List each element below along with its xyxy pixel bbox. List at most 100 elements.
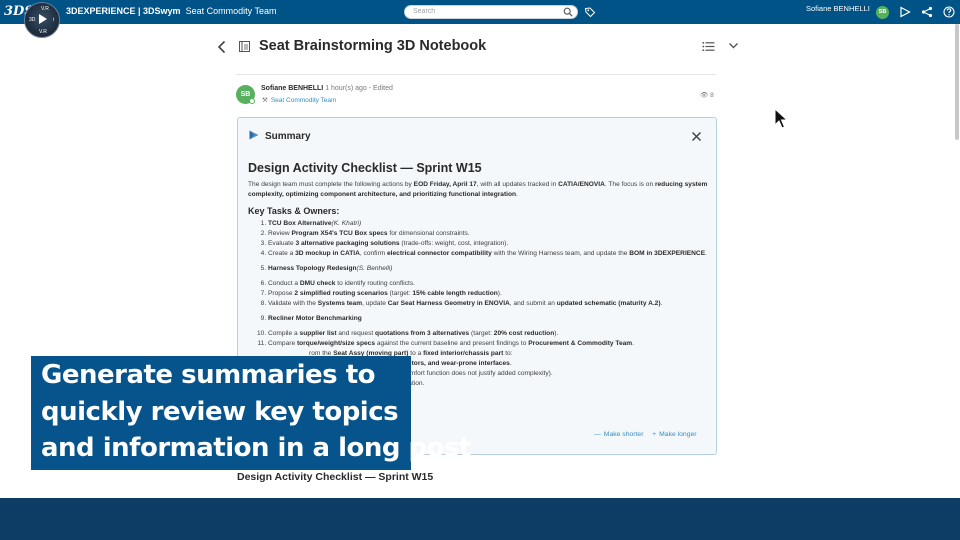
text-run: Harness Topology Redesign xyxy=(268,265,357,272)
share-icon[interactable] xyxy=(921,6,933,18)
list-view-icon[interactable] xyxy=(702,41,715,52)
compass-south: V.R xyxy=(39,29,47,35)
task-list: Conduct a DMU check to identify routing … xyxy=(268,279,708,309)
user-avatar[interactable]: SB xyxy=(876,6,889,19)
text-run: for dimensional constraints. xyxy=(387,230,470,237)
minus-icon[interactable]: — xyxy=(594,431,601,438)
text-run: Evaluate xyxy=(268,240,296,247)
compass-east: i xyxy=(53,17,55,23)
task-item: Evaluate 3 alternative packaging solutio… xyxy=(268,239,708,249)
text-run: Validate with the xyxy=(268,300,318,307)
caption-line: and information in a long post xyxy=(41,433,471,463)
text-run: to: xyxy=(503,350,513,357)
text-run: updated schematic (maturity A.2) xyxy=(556,300,661,307)
task-item: TCU Box Alternative(K. Khatri) xyxy=(268,219,708,229)
make-longer-button[interactable]: Make longer xyxy=(659,431,696,438)
post-meta: 1 hour(s) ago - Edited xyxy=(325,85,393,92)
text-run: Propose xyxy=(268,290,295,297)
text-run: The design team must complete the follow… xyxy=(248,181,414,188)
author-line: Sofiane BENHELLI 1 hour(s) ago - Edited xyxy=(261,85,393,92)
text-run: . xyxy=(632,340,635,347)
compass-widget[interactable]: V.R 3D i V.R xyxy=(24,2,60,38)
app-title: 3DEXPERIENCE | 3DSwym Seat Commodity Tea… xyxy=(66,6,276,16)
back-chevron-icon[interactable] xyxy=(216,40,228,54)
text-run: Review xyxy=(268,230,292,237)
header-divider xyxy=(236,74,716,75)
summary-ai-icon xyxy=(249,130,259,140)
caption-line: Generate summaries to xyxy=(41,360,376,390)
compass-north: V.R xyxy=(41,6,49,12)
compass-west: 3D xyxy=(29,17,36,23)
text-run: Compile a xyxy=(268,330,300,337)
text-run: , with all updates tracked in xyxy=(476,181,559,188)
text-run: EOD Friday, April 17 xyxy=(413,181,477,188)
summary-intro: The design team must complete the follow… xyxy=(248,180,708,200)
text-run: to identify routing conflicts. xyxy=(335,280,415,287)
task-item: Compile a supplier list and request quot… xyxy=(268,329,708,339)
text-run: 15% cable length reduction xyxy=(412,290,498,297)
summary-heading: Design Activity Checklist — Sprint W15 xyxy=(248,161,482,175)
tag-icon[interactable] xyxy=(584,6,596,18)
text-run: DMU check xyxy=(299,280,336,287)
text-run: CATIA/ENOVIA xyxy=(558,181,605,188)
scrollbar[interactable] xyxy=(955,24,959,140)
views-count: 👁 8 xyxy=(700,91,714,99)
post-section-title: Design Activity Checklist — Sprint W15 xyxy=(237,471,434,483)
make-shorter-button[interactable]: Make shorter xyxy=(604,431,644,438)
user-name[interactable]: Sofiane BENHELLI xyxy=(806,4,870,13)
task-item: Harness Topology Redesign(S. Benhelli) xyxy=(268,264,708,274)
compass-play-icon[interactable] xyxy=(39,14,47,24)
text-run: against the current baseline and present… xyxy=(375,340,529,347)
text-run: TCU Box Alternative xyxy=(268,220,332,227)
author-name[interactable]: Sofiane BENHELLI xyxy=(261,85,323,92)
task-list: Compile a supplier list and request quot… xyxy=(268,329,708,349)
share-play-icon[interactable] xyxy=(899,6,911,18)
text-run: Car Seat Harness Geometry in ENOVIA xyxy=(387,300,510,307)
help-icon[interactable] xyxy=(943,6,955,18)
text-run: and request xyxy=(336,330,376,337)
text-run: . xyxy=(516,191,518,198)
task-item: Propose 2 simplified routing scenarios (… xyxy=(268,289,708,299)
app-brand: 3DEXPERIENCE | 3DSwym xyxy=(66,6,181,16)
text-run: Program X54's TCU Box specs xyxy=(291,230,388,237)
task-item: Compare torque/weight/size specs against… xyxy=(268,339,708,349)
search-icon[interactable] xyxy=(563,7,573,17)
task-item: Conduct a DMU check to identify routing … xyxy=(268,279,708,289)
text-run: . xyxy=(660,300,663,307)
task-item: Validate with the Systems team, update C… xyxy=(268,299,708,309)
text-run: ). xyxy=(497,290,502,297)
text-run: Systems team xyxy=(317,300,363,307)
text-run: (S. Benhelli) xyxy=(356,265,393,272)
chevron-down-icon[interactable] xyxy=(728,42,739,50)
community-name[interactable]: Seat Commodity Team xyxy=(271,97,337,104)
page-title: Seat Brainstorming 3D Notebook xyxy=(259,38,487,54)
summary-label: Summary xyxy=(265,131,311,142)
summary-actions: — Make shorter + Make longer xyxy=(594,431,700,438)
text-run: 3 alternative packaging solutions xyxy=(295,240,400,247)
caption-line: quickly review key topics xyxy=(41,397,399,427)
plus-icon[interactable]: + xyxy=(652,431,656,438)
bottom-band xyxy=(0,498,960,540)
top-bar: 3DS 3DEXPERIENCE | 3DSwym Seat Commodity… xyxy=(0,0,960,24)
mouse-cursor-icon xyxy=(774,108,788,129)
eye-icon: 👁 xyxy=(700,92,709,99)
dassault-logo-icon[interactable]: 3DS xyxy=(4,3,34,21)
task-list: Harness Topology Redesign(S. Benhelli) xyxy=(268,264,708,274)
text-run: Create a xyxy=(268,250,296,257)
search-box[interactable]: Search xyxy=(404,5,578,19)
notebook-icon xyxy=(239,41,250,52)
text-run: 20% cost reduction xyxy=(493,330,555,337)
text-run: electrical connector compatibility xyxy=(386,250,492,257)
close-icon[interactable] xyxy=(691,131,702,142)
text-run: , and submit an xyxy=(509,300,557,307)
search-input[interactable]: Search xyxy=(413,8,435,15)
text-run: Procurement & Commodity Team xyxy=(528,340,633,347)
text-run: Recliner Motor Benchmarking xyxy=(268,315,362,322)
task-list: TCU Box Alternative(K. Khatri)Review Pro… xyxy=(268,219,708,259)
community-link[interactable]: ⚒ Seat Commodity Team xyxy=(262,96,336,104)
text-run: . xyxy=(509,360,512,367)
text-run: (target: xyxy=(469,330,494,337)
task-item: Create a 3D mockup in CATIA, confirm ele… xyxy=(268,249,708,259)
text-run: (trade-offs: weight, cost, integration). xyxy=(399,240,509,247)
caption-overlay: Generate summaries to quickly review key… xyxy=(31,356,471,470)
